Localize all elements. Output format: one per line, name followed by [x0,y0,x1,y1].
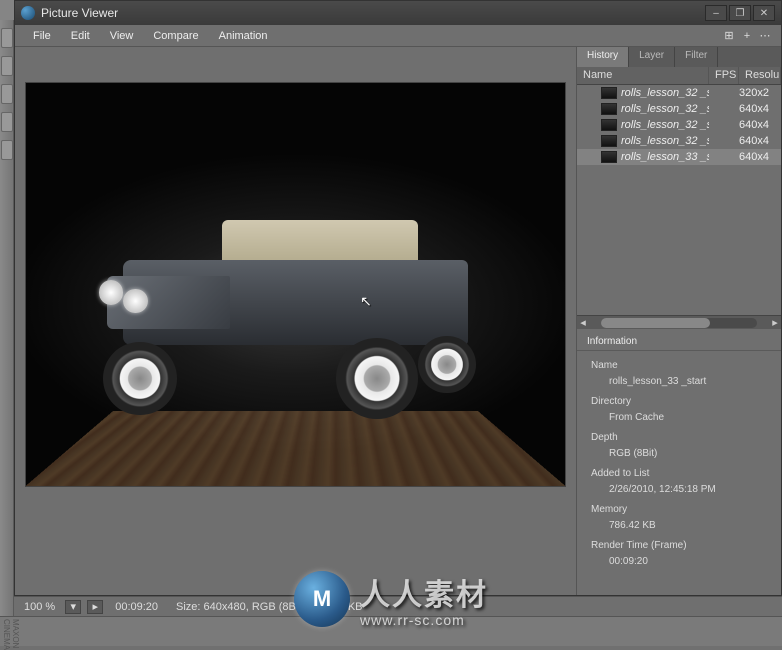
minimize-button[interactable]: – [705,5,727,21]
panel-tabs: History Layer Filter [577,47,781,67]
history-row[interactable]: rolls_lesson_32 _start * 640x4 [577,101,781,117]
play-button[interactable]: ▸ [87,600,103,614]
horizontal-scrollbar[interactable]: ◂ ▸ [577,315,781,329]
info-render-label: Render Time (Frame) [591,537,771,554]
maximize-button[interactable]: ❐ [729,5,751,21]
history-name: rolls_lesson_32 _start * [621,87,709,99]
panel-menu-icon[interactable]: ⋯ [757,28,773,44]
scroll-thumb[interactable] [601,318,710,328]
history-header: Name FPS Resolu [577,67,781,85]
history-res: 320x2 [739,87,781,99]
history-res: 640x4 [739,151,781,163]
info-render-value: 00:09:20 [591,554,771,573]
scroll-right-icon[interactable]: ▸ [769,316,781,329]
picture-viewer-window: Picture Viewer – ❐ ✕ File Edit View Comp… [14,0,782,596]
tool-button[interactable] [1,112,13,132]
cursor-icon: ↖ [360,293,372,310]
info-depth-value: RGB (8Bit) [591,446,771,465]
info-added-value: 2/26/2010, 12:45:18 PM [591,482,771,501]
col-resolution[interactable]: Resolu [739,67,781,84]
status-time: 00:09:20 [109,599,164,615]
history-row[interactable]: rolls_lesson_32 _start * 320x2 [577,85,781,101]
history-res: 640x4 [739,103,781,115]
info-directory-value: From Cache [591,410,771,429]
render-image: ↖ [25,82,566,487]
titlebar[interactable]: Picture Viewer – ❐ ✕ [15,1,781,25]
tool-button[interactable] [1,28,13,48]
zoom-dropdown-icon[interactable]: ▾ [65,600,81,614]
app-bottom-strip: MAXON CINEMA [0,616,782,646]
history-name: rolls_lesson_32 _start * [621,119,709,131]
app-icon [21,6,35,20]
thumbnail-icon [601,103,617,115]
tool-button[interactable] [1,56,13,76]
zoom-level[interactable]: 100 % [20,599,59,615]
menu-animation[interactable]: Animation [209,27,278,45]
window-title: Picture Viewer [41,6,705,20]
brand-text: MAXON CINEMA [2,619,20,650]
info-depth-label: Depth [591,429,771,446]
thumbnail-icon [601,119,617,131]
history-res: 640x4 [739,135,781,147]
rendered-car [91,204,501,406]
info-name-label: Name [591,357,771,374]
side-panel: History Layer Filter Name FPS Resolu rol… [576,47,781,595]
history-name: rolls_lesson_32 _start * [621,135,709,147]
history-res: 640x4 [739,119,781,131]
tool-button[interactable] [1,84,13,104]
thumbnail-icon [601,87,617,99]
menubar: File Edit View Compare Animation ⊞ + ⋯ [15,25,781,47]
information-panel: Information Name rolls_lesson_33 _start … [577,329,781,595]
tab-history[interactable]: History [577,47,629,67]
status-bar: 100 % ▾ ▸ 00:09:20 Size: 640x480, RGB (8… [14,596,782,616]
history-name: rolls_lesson_32 _start * [621,103,709,115]
info-added-label: Added to List [591,465,771,482]
info-memory-label: Memory [591,501,771,518]
history-list: rolls_lesson_32 _start * 320x2 rolls_les… [577,85,781,315]
col-name[interactable]: Name [577,67,709,84]
menu-view[interactable]: View [100,27,144,45]
menu-edit[interactable]: Edit [61,27,100,45]
status-size: Size: 640x480, RGB (8Bit), 786.42 KB [170,599,369,615]
menu-file[interactable]: File [23,27,61,45]
scroll-left-icon[interactable]: ◂ [577,316,589,329]
history-row[interactable]: rolls_lesson_33 _start * 640x4 [577,149,781,165]
tab-layer[interactable]: Layer [629,47,675,67]
panel-add-icon[interactable]: + [739,28,755,44]
info-directory-label: Directory [591,393,771,410]
info-memory-value: 786.42 KB [591,518,771,537]
app-left-toolbar [0,20,14,620]
info-header: Information [577,333,781,351]
col-fps[interactable]: FPS [709,67,739,84]
close-button[interactable]: ✕ [753,5,775,21]
tab-filter[interactable]: Filter [675,47,718,67]
tool-button[interactable] [1,140,13,160]
render-viewport[interactable]: ↖ [15,47,576,595]
history-name: rolls_lesson_33 _start * [621,151,709,163]
history-row[interactable]: rolls_lesson_32 _start * 640x4 [577,117,781,133]
info-name-value: rolls_lesson_33 _start [591,374,771,393]
panel-layout-icon[interactable]: ⊞ [721,28,737,44]
thumbnail-icon [601,135,617,147]
menu-compare[interactable]: Compare [143,27,208,45]
thumbnail-icon [601,151,617,163]
history-row[interactable]: rolls_lesson_32 _start * 640x4 [577,133,781,149]
